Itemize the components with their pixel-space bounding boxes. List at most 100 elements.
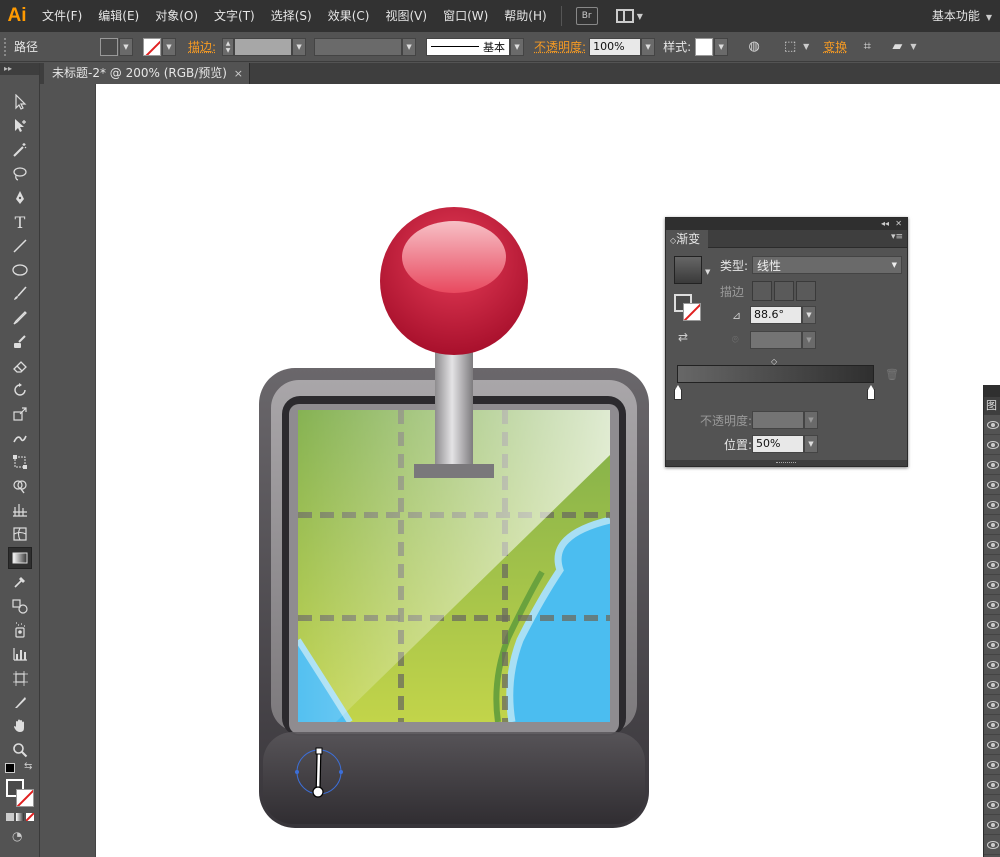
layer-row[interactable] [984, 775, 1000, 795]
menu-file[interactable]: 文件(F) [34, 0, 90, 32]
layer-row[interactable] [984, 635, 1000, 655]
eraser-icon[interactable] [8, 355, 32, 377]
close-icon[interactable]: ✕ [895, 218, 902, 230]
gradient-stop-left[interactable] [674, 385, 682, 400]
none-mode-icon[interactable] [26, 813, 34, 821]
graphic-style-dropdown[interactable]: ▼ [714, 37, 729, 56]
transform-panel-link[interactable]: 变换 [823, 38, 847, 55]
visibility-eye-icon[interactable] [987, 520, 999, 529]
panel-titlebar[interactable] [984, 385, 1000, 397]
visibility-eye-icon[interactable] [987, 640, 999, 649]
panel-menu-icon[interactable]: ▾≡ [891, 232, 903, 242]
scale-icon[interactable] [8, 403, 32, 425]
gradient-type-select[interactable]: 线性 ▼ [752, 256, 902, 274]
layer-row[interactable] [984, 475, 1000, 495]
close-icon[interactable]: × [234, 63, 243, 84]
gradient-mode-icon[interactable] [16, 813, 24, 821]
visibility-eye-icon[interactable] [987, 540, 999, 549]
chevron-down-icon[interactable]: ▼ [705, 268, 710, 276]
layer-row[interactable] [984, 815, 1000, 835]
perspective-grid-icon[interactable] [8, 499, 32, 521]
stroke-weight-stepper[interactable]: ▲ ▼ [222, 37, 235, 56]
workspace-switcher[interactable]: 基本功能 ▼ [932, 0, 992, 34]
stroke-swatch[interactable] [143, 37, 161, 56]
color-mode-icon[interactable] [6, 813, 14, 821]
brush-definition-dropdown[interactable]: ▼ [510, 37, 525, 56]
free-transform-icon[interactable] [8, 451, 32, 473]
layer-row[interactable] [984, 675, 1000, 695]
collapse-panel-icon[interactable]: ◂◂ [881, 218, 889, 230]
angle-input[interactable]: 88.6° [750, 306, 802, 324]
visibility-eye-icon[interactable] [987, 460, 999, 469]
gradient-preview-swatch[interactable] [674, 256, 702, 284]
artboard-icon[interactable] [8, 667, 32, 689]
visibility-eye-icon[interactable] [987, 680, 999, 689]
visibility-eye-icon[interactable] [987, 420, 999, 429]
layer-row[interactable] [984, 535, 1000, 555]
layer-row[interactable] [984, 575, 1000, 595]
lasso-icon[interactable] [8, 163, 32, 185]
stroke-dropdown[interactable]: ▼ [162, 37, 176, 56]
tab-layers[interactable]: 图 [984, 397, 1000, 415]
magic-wand-icon[interactable] [8, 139, 32, 161]
visibility-eye-icon[interactable] [987, 480, 999, 489]
stroke-within-button[interactable] [752, 281, 772, 301]
chevron-down-icon[interactable]: ▼ [803, 42, 809, 51]
hand-icon[interactable] [8, 715, 32, 737]
panel-titlebar[interactable]: ◂◂ ✕ [666, 218, 907, 230]
isolate-object-icon[interactable]: ⌗ [857, 37, 877, 57]
visibility-eye-icon[interactable] [987, 620, 999, 629]
layer-row[interactable] [984, 755, 1000, 775]
artboard[interactable] [96, 84, 1000, 857]
direct-selection-tool-icon[interactable] [8, 115, 32, 137]
menu-help[interactable]: 帮助(H) [496, 0, 554, 32]
layer-row[interactable] [984, 515, 1000, 535]
swap-colors-icon[interactable]: ⇆ [24, 761, 32, 772]
panel-options-icon[interactable]: ▰ [887, 37, 907, 57]
fill-dropdown[interactable]: ▼ [119, 37, 133, 56]
brush-definition[interactable]: 基本 [426, 37, 511, 56]
ellipse-tool-icon[interactable] [8, 259, 32, 281]
layer-row[interactable] [984, 655, 1000, 675]
gradient-slider[interactable] [677, 365, 874, 383]
aspect-ratio-input[interactable] [750, 331, 802, 349]
tools-panel-header[interactable]: ▸▸ [0, 63, 39, 75]
rotate-icon[interactable] [8, 379, 32, 401]
menu-select[interactable]: 选择(S) [263, 0, 320, 32]
stroke-color-box[interactable] [16, 789, 34, 807]
tab-gradient[interactable]: ◇渐变 [666, 230, 708, 248]
layer-row[interactable] [984, 715, 1000, 735]
drawing-mode-icon[interactable]: ◔ [12, 829, 22, 843]
layer-row[interactable] [984, 495, 1000, 515]
layer-row[interactable] [984, 595, 1000, 615]
eyedropper-icon[interactable] [8, 571, 32, 593]
gradient-stop-right[interactable] [867, 385, 875, 400]
bridge-button[interactable]: Br [575, 7, 598, 25]
visibility-eye-icon[interactable] [987, 760, 999, 769]
recolor-artwork-icon[interactable]: ◍ [744, 37, 764, 57]
visibility-eye-icon[interactable] [987, 700, 999, 709]
fill-swatch[interactable] [100, 37, 118, 56]
stroke-along-button[interactable] [774, 281, 794, 301]
visibility-eye-icon[interactable] [987, 800, 999, 809]
panel-resize-handle[interactable] [666, 460, 907, 466]
panel-grip-icon[interactable] [4, 37, 10, 56]
stop-opacity-input[interactable] [752, 411, 804, 429]
opacity-dropdown[interactable]: ▼ [641, 37, 656, 56]
menu-object[interactable]: 对象(O) [147, 0, 206, 32]
visibility-eye-icon[interactable] [987, 820, 999, 829]
menu-edit[interactable]: 编辑(E) [90, 0, 147, 32]
opacity-panel-link[interactable]: 不透明度: [534, 38, 586, 55]
selection-tool-icon[interactable] [8, 91, 32, 113]
visibility-eye-icon[interactable] [987, 440, 999, 449]
angle-dropdown[interactable]: ▼ [802, 306, 816, 324]
layer-row[interactable] [984, 435, 1000, 455]
stroke-across-button[interactable] [796, 281, 816, 301]
pasteboard[interactable] [41, 84, 96, 857]
pen-tool-icon[interactable] [8, 187, 32, 209]
layer-row[interactable] [984, 415, 1000, 435]
menu-type[interactable]: 文字(T) [206, 0, 263, 32]
visibility-eye-icon[interactable] [987, 840, 999, 849]
layer-row[interactable] [984, 695, 1000, 715]
fill-stroke-mini-icon[interactable] [674, 294, 702, 322]
